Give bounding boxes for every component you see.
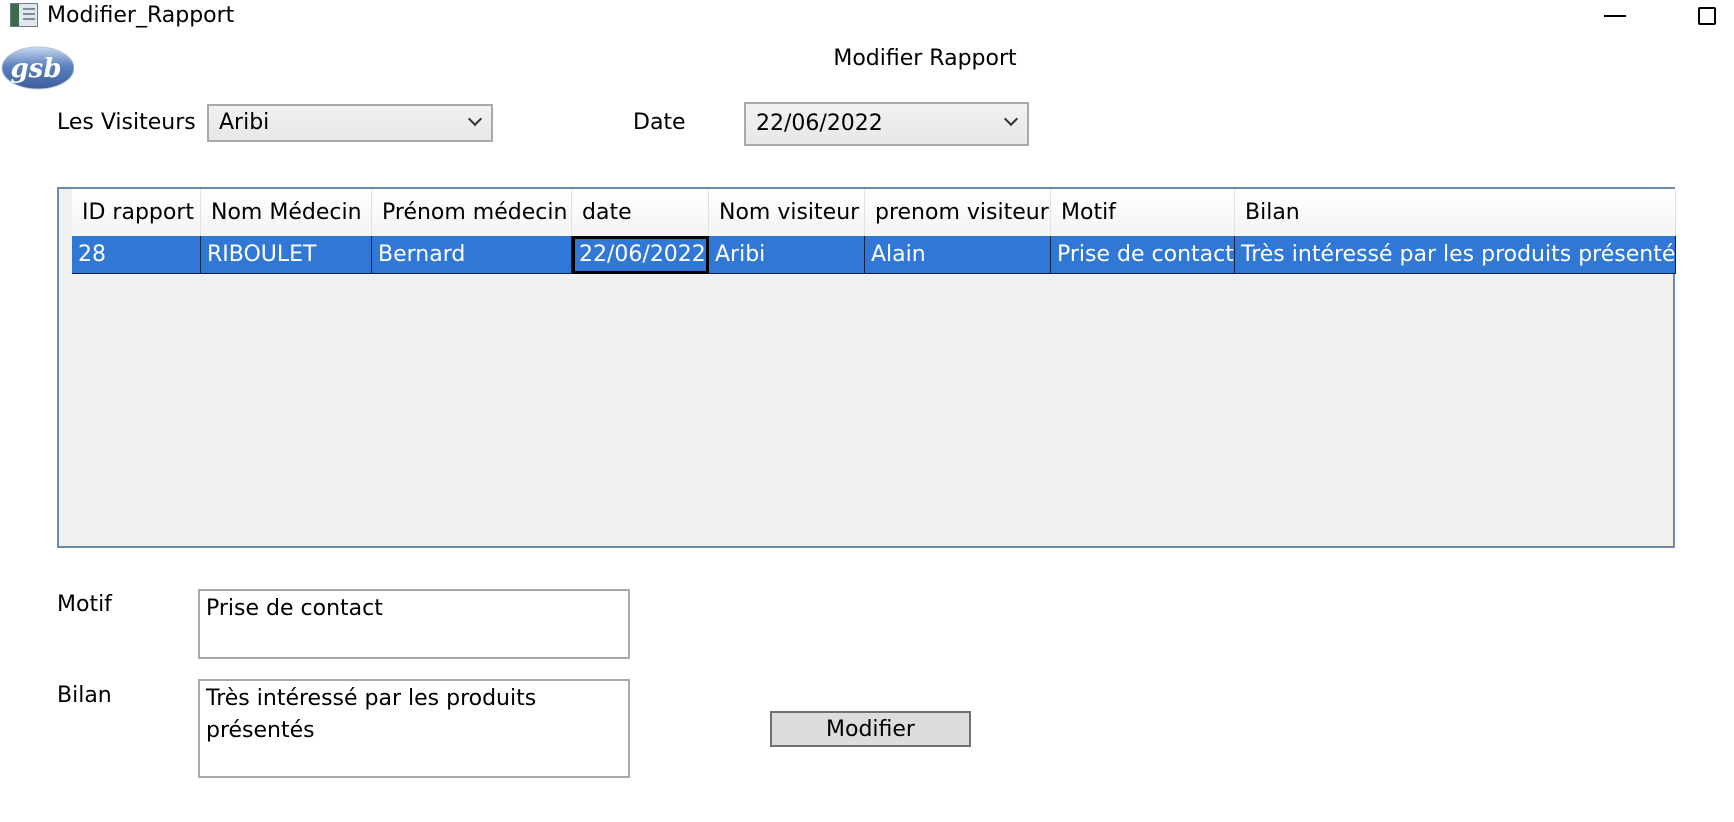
cell-nom-medecin[interactable]: RIBOULET: [201, 236, 372, 274]
column-header-id-rapport[interactable]: ID rapport: [72, 189, 201, 236]
chevron-down-icon: [1003, 111, 1019, 127]
column-header-prenom-visiteur[interactable]: prenom visiteur: [865, 189, 1051, 236]
rapports-grid[interactable]: ID rapport Nom Médecin Prénom médecin da…: [57, 187, 1676, 548]
cell-motif[interactable]: Prise de contact: [1051, 236, 1235, 274]
window-title: Modifier_Rapport: [47, 3, 235, 28]
date-selected-value: 22/06/2022: [756, 111, 883, 136]
motif-label: Motif: [57, 592, 112, 617]
table-row[interactable]: 28 RIBOULET Bernard 22/06/2022 Aribi Ala…: [72, 236, 1676, 274]
column-header-motif[interactable]: Motif: [1051, 189, 1235, 236]
cell-prenom-medecin[interactable]: Bernard: [372, 236, 572, 274]
maximize-button[interactable]: [1693, 4, 1721, 28]
date-label: Date: [633, 110, 686, 135]
cell-id-rapport[interactable]: 28: [72, 236, 201, 274]
maximize-icon: [1698, 7, 1716, 25]
minimize-button[interactable]: [1601, 4, 1629, 28]
grid-header: ID rapport Nom Médecin Prénom médecin da…: [72, 189, 1676, 236]
visiteurs-selected-value: Aribi: [219, 110, 270, 135]
column-header-nom-visiteur[interactable]: Nom visiteur: [709, 189, 865, 236]
visiteurs-label: Les Visiteurs: [57, 110, 196, 135]
page-title: Modifier Rapport: [833, 46, 1017, 71]
cell-nom-visiteur[interactable]: Aribi: [709, 236, 865, 274]
cell-prenom-visiteur[interactable]: Alain: [865, 236, 1051, 274]
logo-text: gsb: [11, 54, 62, 84]
gsb-logo: gsb: [1, 46, 74, 90]
column-header-nom-medecin[interactable]: Nom Médecin: [201, 189, 372, 236]
column-header-prenom-medecin[interactable]: Prénom médecin: [372, 189, 572, 236]
cell-bilan[interactable]: Très intéressé par les produits présenté…: [1235, 236, 1676, 274]
motif-textbox[interactable]: Prise de contact: [198, 589, 630, 659]
date-combobox[interactable]: 22/06/2022: [744, 102, 1029, 146]
app-form-icon: [10, 3, 38, 27]
column-header-bilan[interactable]: Bilan: [1235, 189, 1676, 236]
visiteurs-combobox[interactable]: Aribi: [207, 104, 493, 142]
cell-date[interactable]: 22/06/2022: [572, 236, 709, 274]
chevron-down-icon: [467, 111, 483, 127]
column-header-date[interactable]: date: [572, 189, 709, 236]
bilan-label: Bilan: [57, 683, 112, 708]
bilan-textbox[interactable]: Très intéressé par les produits présenté…: [198, 679, 630, 778]
modifier-button[interactable]: Modifier: [770, 711, 971, 747]
minimize-icon: [1604, 15, 1626, 17]
